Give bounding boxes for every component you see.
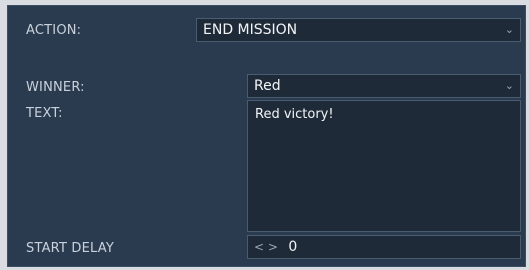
winner-dropdown[interactable]: Red ⌄ bbox=[247, 74, 521, 98]
action-label: ACTION: bbox=[26, 23, 82, 38]
winner-value: Red bbox=[254, 78, 281, 94]
action-dropdown[interactable]: END MISSION ⌄ bbox=[196, 18, 521, 42]
chevron-down-icon: ⌄ bbox=[504, 23, 514, 36]
text-area[interactable]: Red victory! bbox=[247, 100, 521, 232]
start-delay-value: 0 bbox=[288, 239, 298, 255]
text-label: TEXT: bbox=[26, 106, 63, 121]
start-delay-label: START DELAY bbox=[26, 241, 115, 256]
start-delay-stepper[interactable]: < > 0 bbox=[247, 235, 521, 259]
chevron-down-icon: ⌄ bbox=[504, 79, 514, 92]
winner-label: WINNER: bbox=[26, 80, 85, 95]
action-value: END MISSION bbox=[203, 22, 298, 38]
left-right-arrows-icon[interactable]: < > bbox=[254, 240, 278, 254]
